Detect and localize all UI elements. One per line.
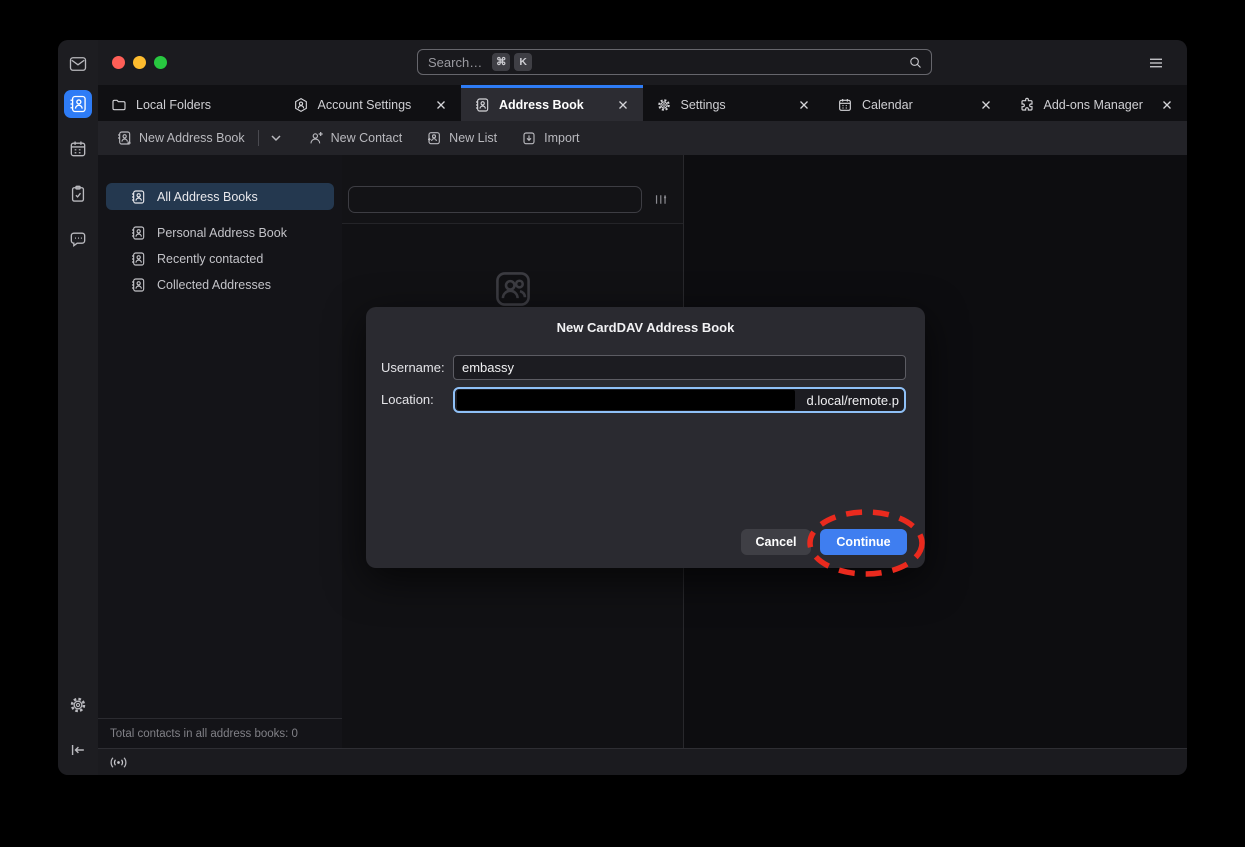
tab-label: Settings [681, 98, 726, 112]
sidebar-item-all-address-books[interactable]: All Address Books [106, 183, 334, 210]
display-options-icon[interactable] [653, 191, 670, 208]
new-address-book-button[interactable]: New Address Book [116, 130, 284, 146]
new-address-book-label: New Address Book [139, 131, 245, 145]
address-book-icon [130, 277, 146, 293]
collapse-spaces-button[interactable] [64, 736, 92, 764]
folder-icon [111, 97, 127, 113]
calendar-space-button[interactable] [64, 135, 92, 163]
sidebar-item-label: Collected Addresses [157, 278, 271, 292]
username-label: Username: [381, 355, 445, 380]
contacts-filter-input[interactable] [348, 186, 642, 213]
tab-address-book[interactable]: Address Book [461, 85, 643, 121]
sidebar-item-recently-contacted[interactable]: Recently contacted [106, 245, 334, 272]
sidebar-item-label: Personal Address Book [157, 226, 287, 240]
total-contacts-label: Total contacts in all address books: 0 [110, 728, 298, 740]
import-icon [521, 130, 537, 146]
tab-settings[interactable]: Settings [643, 85, 825, 121]
close-tab-icon[interactable] [434, 98, 448, 112]
spaces-toolbar [58, 40, 98, 775]
new-list-icon [426, 130, 442, 146]
tab-addons-manager[interactable]: Add-ons Manager [1006, 85, 1188, 121]
zoom-window-button[interactable] [154, 56, 167, 69]
new-list-label: New List [449, 131, 497, 145]
search-icon [908, 55, 923, 70]
calendar-icon [68, 139, 88, 159]
gear-icon [68, 695, 88, 715]
new-list-button[interactable]: New List [426, 130, 497, 146]
global-search-input[interactable]: Search… ⌘ K [417, 49, 932, 75]
username-input[interactable] [453, 355, 906, 380]
address-book-space-button[interactable] [64, 90, 92, 118]
tab-label: Account Settings [318, 98, 412, 112]
location-label: Location: [381, 387, 434, 412]
contacts-placeholder-icon [491, 266, 535, 312]
sidebar-item-personal-address-book[interactable]: Personal Address Book [106, 219, 334, 246]
account-settings-icon [293, 97, 309, 113]
tab-label: Address Book [499, 98, 584, 112]
divider [258, 130, 259, 146]
dialog-title: New CardDAV Address Book [366, 320, 925, 335]
tab-label: Local Folders [136, 98, 211, 112]
k-key-badge: K [514, 53, 532, 71]
tab-calendar[interactable]: Calendar [824, 85, 1006, 121]
status-bar [98, 748, 1187, 775]
location-visible-text: d.local/remote.p [807, 389, 900, 411]
redaction-bar [457, 390, 795, 410]
mail-icon [68, 54, 88, 74]
address-book-icon [130, 189, 146, 205]
close-tab-icon[interactable] [797, 98, 811, 112]
address-books-sidebar: All Address Books Personal Address Book … [98, 155, 342, 748]
sidebar-item-label: Recently contacted [157, 252, 263, 266]
sidebar-item-collected-addresses[interactable]: Collected Addresses [106, 271, 334, 298]
minimize-window-button[interactable] [133, 56, 146, 69]
new-contact-button[interactable]: New Contact [308, 130, 403, 146]
puzzle-icon [1019, 97, 1035, 113]
location-input[interactable]: d.local/remote.p [453, 387, 906, 413]
gear-icon [656, 97, 672, 113]
new-contact-icon [308, 130, 324, 146]
close-tab-icon[interactable] [616, 98, 630, 112]
contacts-list-header [342, 155, 683, 224]
address-book-icon [68, 94, 88, 114]
tab-local-folders[interactable]: Local Folders [98, 85, 280, 121]
thunderbird-window: Search… ⌘ K Local Folders Account Settin… [58, 40, 1187, 775]
collapse-left-icon [68, 740, 88, 760]
address-book-icon [474, 97, 490, 113]
settings-space-button[interactable] [64, 691, 92, 719]
titlebar: Search… ⌘ K [98, 40, 1187, 85]
address-book-icon [130, 225, 146, 241]
calendar-icon [837, 97, 853, 113]
window-controls [112, 56, 167, 69]
address-book-toolbar: New Address Book New Contact New List Im… [98, 121, 1187, 155]
sidebar-item-label: All Address Books [157, 190, 258, 204]
cmd-key-badge: ⌘ [492, 53, 510, 71]
address-book-icon [130, 251, 146, 267]
new-address-book-icon [116, 130, 132, 146]
close-tab-icon[interactable] [979, 98, 993, 112]
chat-icon [68, 229, 88, 249]
tasks-icon [68, 184, 88, 204]
tab-account-settings[interactable]: Account Settings [280, 85, 462, 121]
new-carddav-dialog: New CardDAV Address Book Username: Locat… [366, 307, 925, 568]
chevron-down-icon[interactable] [268, 130, 284, 146]
tab-label: Add-ons Manager [1044, 98, 1143, 112]
app-menu-button[interactable] [1147, 54, 1165, 72]
chat-space-button[interactable] [64, 225, 92, 253]
close-window-button[interactable] [112, 56, 125, 69]
continue-button[interactable]: Continue [820, 529, 907, 555]
search-placeholder: Search… [428, 55, 482, 70]
tab-label: Calendar [862, 98, 913, 112]
mail-space-button[interactable] [64, 50, 92, 78]
import-button[interactable]: Import [521, 130, 579, 146]
tasks-space-button[interactable] [64, 180, 92, 208]
import-label: Import [544, 131, 579, 145]
network-status-icon [109, 755, 128, 770]
close-tab-icon[interactable] [1160, 98, 1174, 112]
tab-bar: Local Folders Account Settings Address B… [98, 85, 1187, 121]
cancel-button[interactable]: Cancel [741, 529, 811, 555]
new-contact-label: New Contact [331, 131, 403, 145]
total-contacts-status: Total contacts in all address books: 0 [98, 718, 342, 748]
